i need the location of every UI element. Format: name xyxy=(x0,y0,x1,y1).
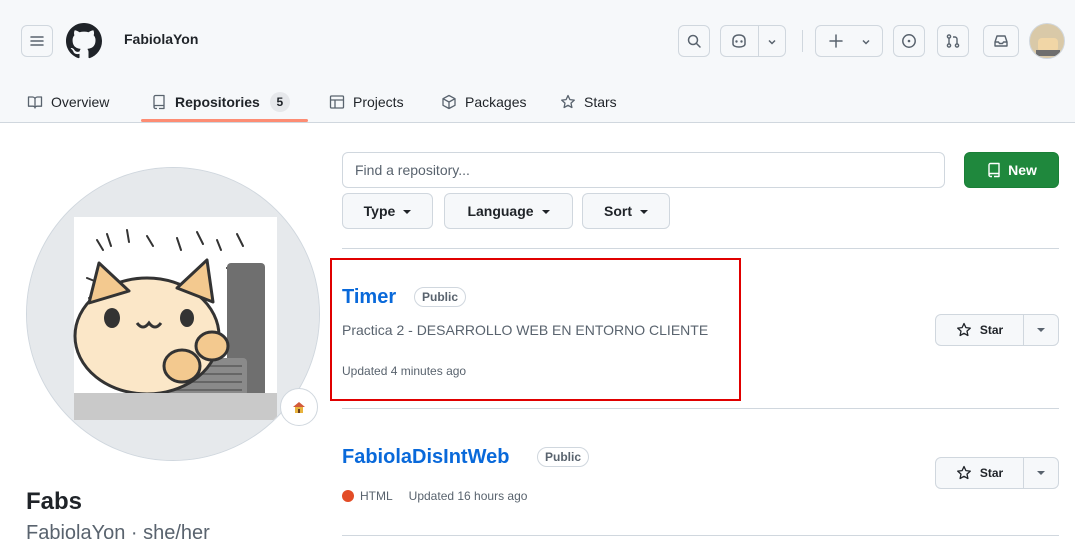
repo-updated: Updated 16 hours ago xyxy=(408,489,528,503)
profile-tabs: Overview Repositories 5 Projects Package… xyxy=(0,80,1075,123)
git-pull-request-icon xyxy=(946,34,960,48)
new-button-label: New xyxy=(1008,162,1037,178)
cat-avatar-image-icon xyxy=(27,168,319,460)
repo-name-link[interactable]: FabiolaDisIntWeb xyxy=(342,446,509,469)
caret-down-icon xyxy=(541,210,550,214)
tab-overview-label: Overview xyxy=(51,93,110,110)
type-filter-button[interactable]: Type xyxy=(342,193,433,229)
highlight-annotation-box xyxy=(330,258,741,401)
star-button[interactable]: Star xyxy=(935,314,1024,346)
tab-overview[interactable]: Overview xyxy=(27,80,109,123)
search-button[interactable] xyxy=(678,25,710,57)
visibility-badge: Public xyxy=(537,447,590,467)
copilot-separator xyxy=(758,26,759,56)
pull-requests-button[interactable] xyxy=(937,25,969,57)
status-emoji-button[interactable] xyxy=(280,388,318,426)
table-icon xyxy=(329,94,345,109)
star-list-dropdown[interactable] xyxy=(1023,314,1059,346)
app-header: FabiolaYon Overview Repositories 5 Proje… xyxy=(0,0,1075,123)
copilot-button[interactable] xyxy=(720,25,786,57)
profile-name: Fabs xyxy=(26,488,83,515)
owner-link[interactable]: FabiolaYon xyxy=(124,31,198,47)
language-color-dot xyxy=(342,490,354,502)
repositories-count-badge: 5 xyxy=(269,91,290,112)
copilot-icon xyxy=(732,34,746,48)
inbox-button[interactable] xyxy=(983,25,1019,57)
find-repository-input[interactable] xyxy=(342,152,945,188)
tab-repositories-label: Repositories xyxy=(175,93,260,110)
avatar-image-icon xyxy=(1030,24,1064,58)
plus-icon xyxy=(829,34,843,48)
package-icon xyxy=(442,94,456,109)
top-bar: FabiolaYon xyxy=(0,0,1075,80)
new-repository-button[interactable]: New xyxy=(964,152,1059,188)
profile-avatar[interactable] xyxy=(26,167,320,461)
caret-down-icon xyxy=(403,210,412,214)
list-divider xyxy=(342,535,1059,536)
selected-tab-underline xyxy=(141,119,308,122)
sort-filter-button[interactable]: Sort xyxy=(582,193,670,229)
tab-stars-label: Stars xyxy=(584,93,617,110)
caret-down-icon xyxy=(1037,328,1045,332)
book-icon xyxy=(27,95,43,109)
inbox-icon xyxy=(994,35,1008,47)
type-filter-label: Type xyxy=(363,203,396,219)
repo-language: HTML xyxy=(360,489,393,503)
issue-opened-icon xyxy=(902,34,916,48)
menu-button[interactable] xyxy=(21,25,53,57)
star-button-label: Star xyxy=(979,466,1004,480)
tab-projects-label: Projects xyxy=(353,93,404,110)
hamburger-icon xyxy=(30,36,44,46)
caret-down-icon xyxy=(640,210,648,214)
tab-stars[interactable]: Stars xyxy=(560,80,617,123)
sort-filter-label: Sort xyxy=(604,203,632,219)
search-icon xyxy=(687,34,701,48)
chevron-down-icon xyxy=(768,39,776,45)
list-divider xyxy=(342,248,1059,249)
tab-packages-label: Packages xyxy=(465,93,527,110)
star-button[interactable]: Star xyxy=(935,457,1024,489)
caret-down-icon xyxy=(1037,471,1045,475)
tab-projects[interactable]: Projects xyxy=(329,80,404,123)
user-avatar[interactable] xyxy=(1029,23,1065,59)
issues-button[interactable] xyxy=(893,25,925,57)
profile-username-pronouns: FabiolaYon · she/her xyxy=(26,522,210,544)
house-icon xyxy=(293,402,305,413)
chevron-down-icon xyxy=(862,39,870,45)
tab-packages[interactable]: Packages xyxy=(441,80,526,123)
repo-icon xyxy=(153,94,165,109)
header-divider xyxy=(802,30,803,52)
create-new-button[interactable] xyxy=(815,25,883,57)
repo-meta: HTML Updated 16 hours ago xyxy=(342,489,527,503)
list-divider xyxy=(342,408,1059,409)
github-logo-icon[interactable] xyxy=(66,23,102,59)
repo-icon xyxy=(988,162,1000,178)
language-filter-label: Language xyxy=(467,203,534,219)
tab-repositories[interactable]: Repositories 5 xyxy=(151,80,290,123)
star-icon xyxy=(561,94,575,108)
star-icon xyxy=(956,465,971,480)
star-icon xyxy=(956,322,971,337)
language-filter-button[interactable]: Language xyxy=(444,193,573,229)
star-button-label: Star xyxy=(979,323,1004,337)
star-list-dropdown[interactable] xyxy=(1023,457,1059,489)
